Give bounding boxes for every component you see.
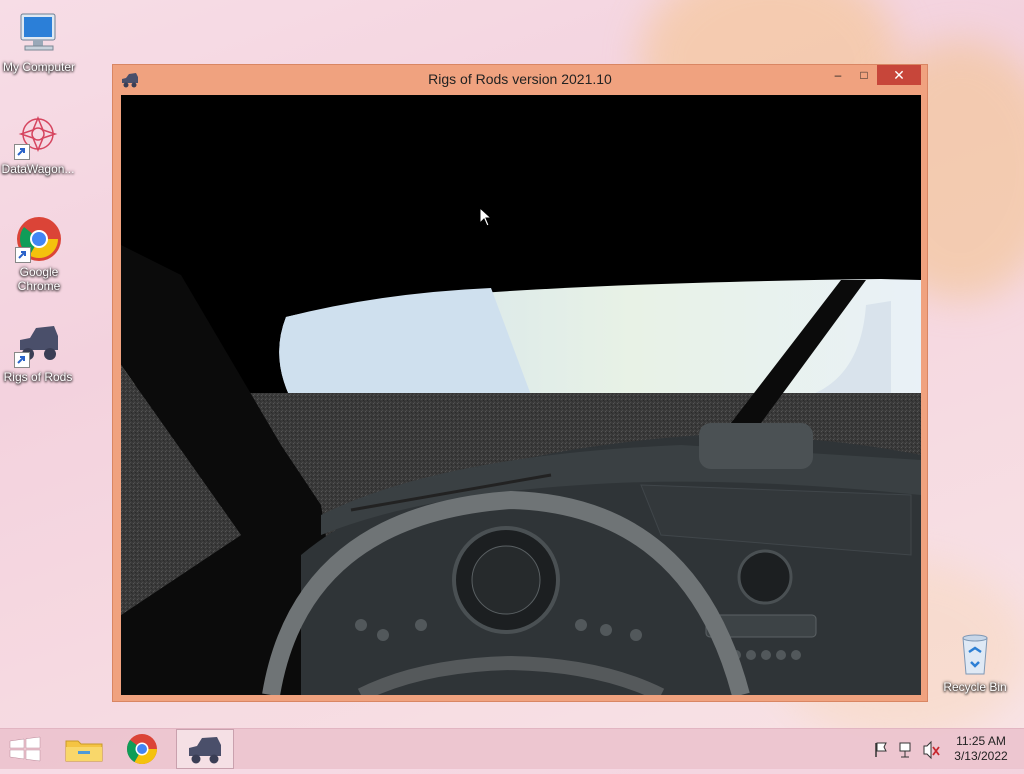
desktop-icon-label: My Computer <box>2 60 76 74</box>
desktop-icon-label: Recycle Bin <box>943 680 1007 694</box>
shortcut-arrow-icon <box>15 247 31 263</box>
desktop-icon-label: Google Chrome <box>17 265 61 293</box>
chrome-icon <box>15 215 63 263</box>
desktop-icon-rigs-of-rods[interactable]: Rigs of Rods <box>0 320 76 384</box>
desktop-icon-label: DataWagon... <box>1 162 75 176</box>
shortcut-arrow-icon <box>14 352 30 368</box>
taskbar-rigs-of-rods[interactable] <box>176 729 234 769</box>
close-button[interactable]: ✕ <box>877 65 921 85</box>
taskbar-file-explorer[interactable] <box>56 729 112 769</box>
system-tray <box>872 729 942 769</box>
folder-icon <box>65 740 103 762</box>
desktop-icon-label: Rigs of Rods <box>3 370 73 384</box>
mouse-cursor-icon <box>479 206 493 232</box>
taskbar-clock[interactable]: 11:25 AM 3/13/2022 <box>946 734 1016 764</box>
desktop-icon-google-chrome[interactable]: Google Chrome <box>1 215 77 293</box>
desktop-icon-recycle-bin[interactable]: Recycle Bin <box>937 630 1013 694</box>
desktop-icon-datawagon[interactable]: DataWagon... <box>0 112 76 176</box>
computer-icon <box>15 10 63 58</box>
game-viewport[interactable] <box>121 95 921 695</box>
truck-icon <box>14 320 62 368</box>
minimize-button[interactable]: – <box>825 65 851 85</box>
taskbar: 11:25 AM 3/13/2022 <box>0 728 1024 769</box>
start-button[interactable] <box>0 729 56 769</box>
desktop-icon-my-computer[interactable]: My Computer <box>1 10 77 74</box>
chrome-icon <box>127 734 157 765</box>
network-icon <box>899 742 911 758</box>
datawagon-icon <box>14 112 62 160</box>
window-titlebar[interactable]: Rigs of Rods version 2021.10 – □ ✕ <box>113 65 927 95</box>
clock-time: 11:25 AM <box>956 734 1006 748</box>
windows-logo-icon <box>9 736 41 762</box>
shortcut-arrow-icon <box>14 144 30 160</box>
flag-icon <box>875 742 887 757</box>
volume-muted-icon <box>923 740 940 760</box>
maximize-button[interactable]: □ <box>851 65 877 85</box>
truck-icon <box>189 737 221 764</box>
clock-date: 3/13/2022 <box>954 749 1008 763</box>
rigs-of-rods-window[interactable]: Rigs of Rods version 2021.10 – □ ✕ <box>112 64 928 702</box>
taskbar-chrome[interactable] <box>114 729 170 769</box>
window-title: Rigs of Rods version 2021.10 <box>428 71 612 87</box>
cockpit-scene <box>121 95 921 695</box>
recycle-bin-icon <box>951 630 999 678</box>
